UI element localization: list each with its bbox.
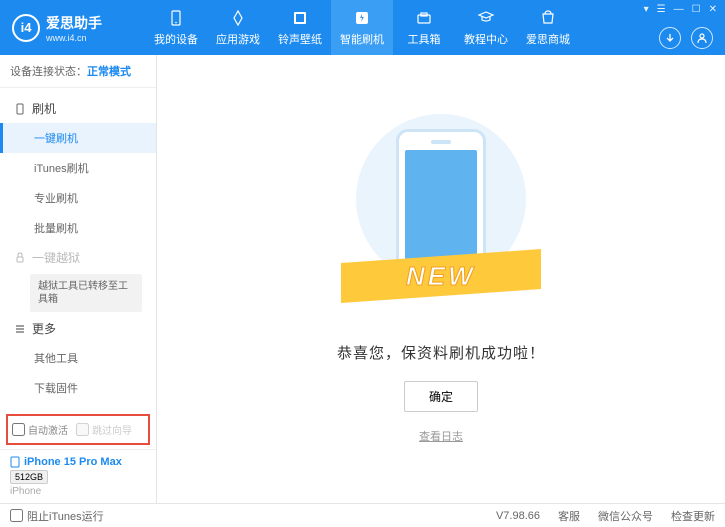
menu-control[interactable]: ☰: [657, 4, 666, 15]
flash-group-icon: [14, 103, 26, 115]
sidebar: 设备连接状态：正常模式 刷机 一键刷机 iTunes刷机 专业刷机 批量刷机 一…: [0, 55, 157, 503]
sidebar-group-flash[interactable]: 刷机: [0, 94, 156, 123]
sidebar-other-tools[interactable]: 其他工具: [0, 343, 156, 373]
skip-guide-checkbox[interactable]: 跳过向导: [76, 422, 132, 437]
block-itunes-checkbox[interactable]: 阻止iTunes运行: [10, 508, 104, 524]
phone-icon: [10, 456, 20, 468]
nav-toolbox[interactable]: 工具箱: [393, 0, 455, 55]
flash-options-highlight: 自动激活 跳过向导: [6, 414, 150, 445]
nav-my-device[interactable]: 我的设备: [145, 0, 207, 55]
footer: 阻止iTunes运行 V7.98.66 客服 微信公众号 检查更新: [0, 503, 725, 527]
maximize-control[interactable]: ☐: [692, 4, 701, 15]
device-storage: 512GB: [10, 470, 48, 484]
ringtone-icon: [290, 8, 310, 28]
sidebar-jailbreak-note[interactable]: 越狱工具已转移至工具箱: [30, 274, 142, 312]
sidebar-pro-flash[interactable]: 专业刷机: [0, 183, 156, 213]
download-button[interactable]: [659, 27, 681, 49]
sidebar-itunes-flash[interactable]: iTunes刷机: [0, 153, 156, 183]
sidebar-download-firmware[interactable]: 下载固件: [0, 373, 156, 403]
footer-support[interactable]: 客服: [558, 508, 580, 524]
app-subtitle: www.i4.cn: [46, 33, 102, 43]
nav-apps[interactable]: 应用游戏: [207, 0, 269, 55]
footer-check-update[interactable]: 检查更新: [671, 508, 715, 524]
version-label: V7.98.66: [496, 510, 540, 522]
flash-icon: [352, 8, 372, 28]
nav-flash[interactable]: 智能刷机: [331, 0, 393, 55]
store-icon: [538, 8, 558, 28]
new-banner: NEW: [341, 249, 541, 303]
nav-store[interactable]: 爱思商城: [517, 0, 579, 55]
nav-ringtones[interactable]: 铃声壁纸: [269, 0, 331, 55]
nav-tutorials[interactable]: 教程中心: [455, 0, 517, 55]
logo-badge: i4: [12, 14, 40, 42]
main-content: NEW 恭喜您，保资料刷机成功啦！ 确定 查看日志: [157, 55, 725, 503]
minimize-control[interactable]: —: [674, 4, 684, 15]
success-message: 恭喜您，保资料刷机成功啦！: [337, 342, 545, 363]
sidebar-group-more[interactable]: 更多: [0, 314, 156, 343]
close-control[interactable]: ✕: [709, 4, 717, 15]
view-log-link[interactable]: 查看日志: [419, 428, 463, 444]
sidebar-group-jailbreak: 一键越狱: [0, 243, 156, 272]
device-name[interactable]: iPhone 15 Pro Max: [10, 456, 146, 468]
dropdown-control[interactable]: ▾: [644, 4, 649, 15]
apps-icon: [228, 8, 248, 28]
window-controls: ▾ ☰ — ☐ ✕: [644, 4, 717, 15]
device-info: iPhone 15 Pro Max 512GB iPhone: [0, 449, 156, 503]
top-nav: 我的设备 应用游戏 铃声壁纸 智能刷机 工具箱 教程中心 爱思商城: [145, 0, 579, 55]
toolbox-icon: [414, 8, 434, 28]
footer-wechat[interactable]: 微信公众号: [598, 508, 653, 524]
sidebar-advanced[interactable]: 高级功能: [0, 403, 156, 410]
auto-activate-checkbox[interactable]: 自动激活: [12, 422, 68, 437]
app-header: i4 爱思助手 www.i4.cn 我的设备 应用游戏 铃声壁纸 智能刷机 工具…: [0, 0, 725, 55]
confirm-button[interactable]: 确定: [404, 381, 478, 412]
success-graphic: NEW: [351, 114, 531, 324]
user-button[interactable]: [691, 27, 713, 49]
device-type: iPhone: [10, 486, 146, 497]
tutorial-icon: [476, 8, 496, 28]
sidebar-one-click-flash[interactable]: 一键刷机: [0, 123, 156, 153]
device-icon: [166, 8, 186, 28]
sidebar-batch-flash[interactable]: 批量刷机: [0, 213, 156, 243]
more-icon: [14, 323, 26, 335]
logo: i4 爱思助手 www.i4.cn: [0, 13, 145, 43]
app-title: 爱思助手: [46, 13, 102, 33]
connection-status: 设备连接状态：正常模式: [0, 55, 156, 88]
lock-icon: [14, 252, 26, 264]
